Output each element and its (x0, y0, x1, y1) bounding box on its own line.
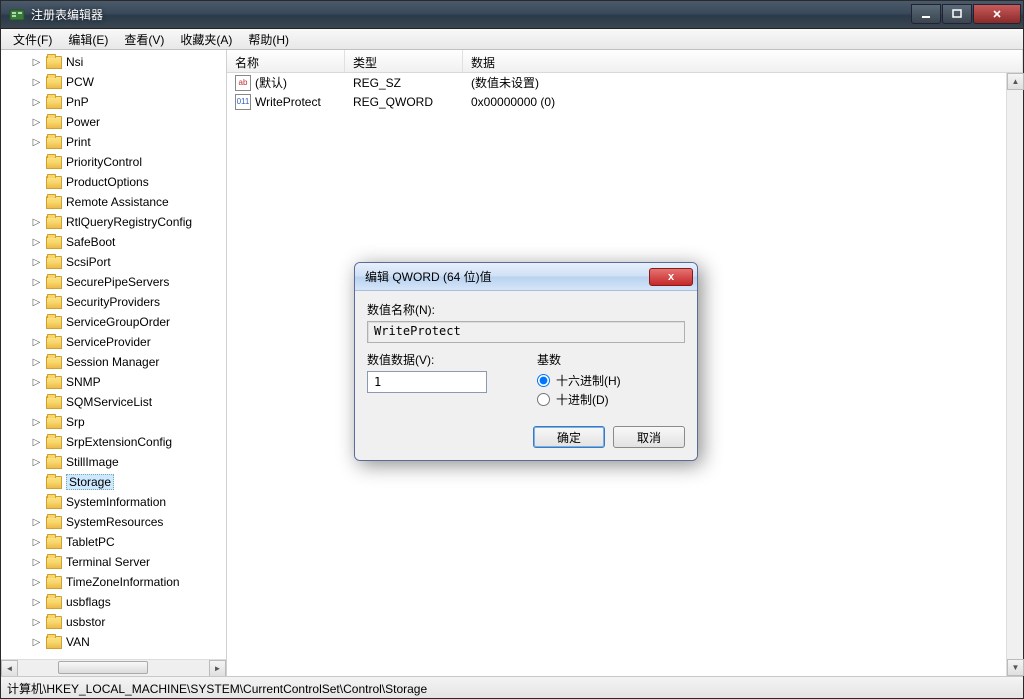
ok-button[interactable]: 确定 (533, 426, 605, 448)
radio-hex[interactable] (537, 374, 550, 387)
radio-hex-label: 十六进制(H) (556, 372, 621, 389)
dialog-body: 数值名称(N): WriteProtect 数值数据(V): 基数 十六进制(H… (355, 291, 697, 460)
cancel-button[interactable]: 取消 (613, 426, 685, 448)
dialog-titlebar[interactable]: 编辑 QWORD (64 位)值 x (355, 263, 697, 291)
radio-dec-label: 十进制(D) (556, 391, 609, 408)
radio-dec[interactable] (537, 393, 550, 406)
dialog-backdrop: 编辑 QWORD (64 位)值 x 数值名称(N): WriteProtect… (1, 1, 1023, 698)
value-data-input[interactable] (367, 371, 487, 393)
value-name-label: 数值名称(N): (367, 301, 685, 318)
edit-qword-dialog: 编辑 QWORD (64 位)值 x 数值名称(N): WriteProtect… (354, 262, 698, 461)
base-group-label: 基数 (537, 351, 685, 368)
radio-hex-row[interactable]: 十六进制(H) (537, 372, 685, 389)
regedit-window: 注册表编辑器 文件(F) 编辑(E) 查看(V) 收藏夹(A) 帮助(H) ▷N… (0, 0, 1024, 699)
dialog-title: 编辑 QWORD (64 位)值 (365, 268, 649, 285)
value-name-field: WriteProtect (367, 321, 685, 343)
value-data-label: 数值数据(V): (367, 351, 517, 368)
radio-dec-row[interactable]: 十进制(D) (537, 391, 685, 408)
dialog-close-button[interactable]: x (649, 268, 693, 286)
